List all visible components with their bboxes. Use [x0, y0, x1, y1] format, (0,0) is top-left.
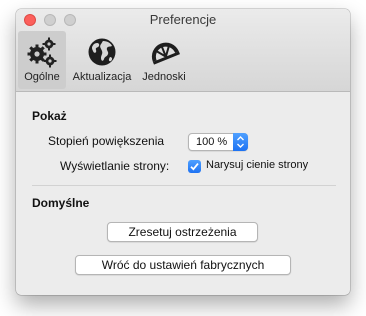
window-title: Preferencje [149, 12, 217, 27]
tab-update-label: Aktualizacja [72, 71, 132, 83]
preferences-window: Preferencje Ogólne Aktualizacja Jednoski… [16, 9, 350, 295]
zoom-value: 100 % [196, 136, 228, 148]
defaults-section-title: Domyślne [32, 196, 90, 210]
draw-shadows-checkbox[interactable] [188, 160, 201, 173]
zoom-popup-button[interactable]: 100 % [188, 133, 248, 151]
protractor-icon [151, 42, 180, 65]
gears-icon [27, 37, 57, 68]
tab-units[interactable]: Jednoski [138, 31, 190, 89]
tab-update[interactable]: Aktualizacja [68, 31, 136, 89]
globe-icon [88, 38, 116, 66]
section-divider [32, 185, 336, 186]
show-section-title: Pokaż [32, 109, 67, 123]
tab-general[interactable]: Ogólne [18, 31, 66, 89]
reset-warnings-button[interactable]: Zresetuj ostrzeżenia [107, 222, 258, 242]
factory-reset-button[interactable]: Wróć do ustawień fabrycznych [75, 255, 291, 275]
draw-shadows-label[interactable]: Narysuj cienie strony [206, 159, 308, 171]
tab-units-label: Jednoski [142, 71, 186, 83]
general-pane: Pokaż Stopień powiększenia 100 % Wyświet… [16, 92, 350, 295]
tab-general-label: Ogólne [24, 71, 60, 83]
chevron-up-down-icon [233, 133, 248, 151]
title-bar: Preferencje Ogólne Aktualizacja Jednoski [16, 9, 350, 92]
zoom-label: Stopień powiększenia [48, 134, 165, 148]
page-view-label: Wyświetlanie strony: [60, 159, 170, 173]
checkmark-icon [190, 163, 199, 171]
